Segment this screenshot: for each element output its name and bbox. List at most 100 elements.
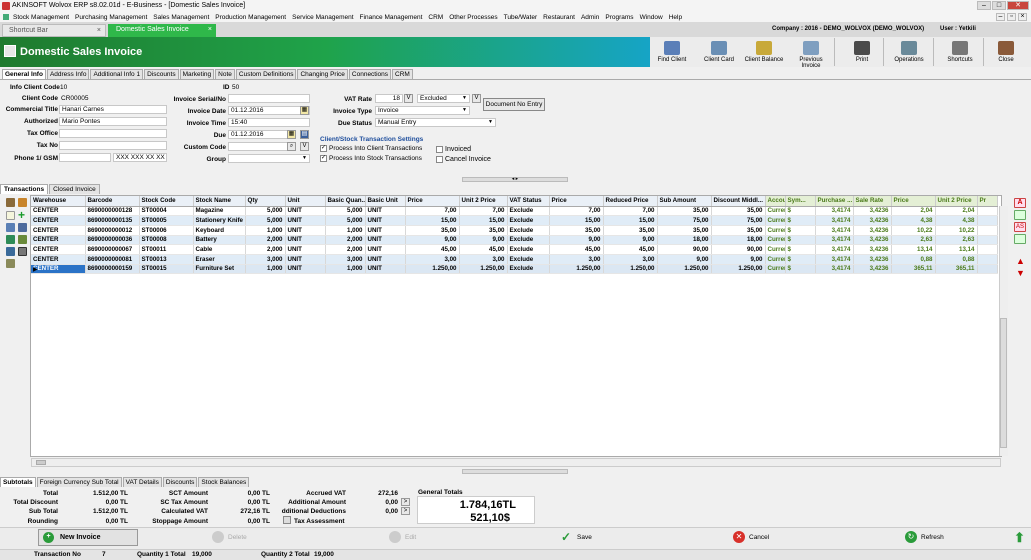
document-no-entry-button[interactable]: Document No Entry	[483, 98, 545, 111]
table-cell[interactable]: Currency	[765, 264, 786, 275]
table-cell[interactable]: 1.250,00	[711, 264, 766, 275]
due-date-field[interactable]: 01.12.2016	[228, 130, 296, 139]
column-header-barcode[interactable]: Barcode	[85, 196, 140, 207]
table-cell[interactable]: CENTER	[31, 225, 86, 236]
table-cell[interactable]: 15,00	[405, 215, 460, 226]
maximize-button[interactable]: □	[992, 1, 1006, 10]
table-cell[interactable]: UNIT	[365, 244, 406, 255]
column-icon[interactable]	[1014, 234, 1026, 244]
tax-office-field[interactable]	[59, 129, 167, 138]
column-header-basic-quan[interactable]: Basic Quan...	[325, 196, 366, 207]
table-cell[interactable]: 3,4236	[853, 244, 892, 255]
column-header-purchase[interactable]: Purchase ...	[815, 196, 854, 207]
cancel-button[interactable]: ✕ Cancel	[733, 529, 769, 547]
vat-mode-button[interactable]: V	[472, 94, 481, 103]
table-cell[interactable]: 3,4236	[853, 225, 892, 236]
table-cell[interactable]: CENTER	[31, 264, 86, 275]
table-cell[interactable]: Exclude	[507, 244, 550, 255]
table-row[interactable]: CENTER 8690000000128 ST00004 Magazine 5,000 U…	[31, 206, 998, 217]
custom-code-field[interactable]	[228, 142, 296, 151]
edit-row-icon[interactable]	[18, 223, 27, 232]
table-cell[interactable]: 2,000	[245, 244, 286, 255]
new-document-icon[interactable]	[6, 211, 15, 220]
table-cell[interactable]: 2,000	[245, 235, 286, 246]
table-cell[interactable]: 1.250,00	[657, 264, 712, 275]
vat-rate-field[interactable]: 18	[375, 94, 403, 103]
table-cell[interactable]: Currency	[765, 206, 786, 217]
table-cell[interactable]: 15,00	[603, 215, 658, 226]
table-cell[interactable]: 4,38	[935, 215, 978, 226]
new-invoice-button[interactable]: + New Invoice	[38, 529, 138, 546]
table-cell[interactable]: 365,11	[891, 264, 936, 275]
additional-amount-button[interactable]: >	[401, 498, 410, 506]
table-cell[interactable]: 0,88	[935, 254, 978, 265]
tab-changing-price[interactable]: Changing Price	[297, 69, 348, 79]
table-cell[interactable]: Currency	[765, 254, 786, 265]
barcode-icon[interactable]	[18, 247, 27, 256]
column-header-qty[interactable]: Qty	[245, 196, 286, 207]
table-cell[interactable]: 35,00	[711, 225, 766, 236]
tax-no-field[interactable]	[59, 141, 167, 150]
toolbar-operations-button[interactable]: Operations	[887, 41, 931, 63]
table-cell[interactable]: Exclude	[507, 264, 550, 275]
toolbar-shortcuts-button[interactable]: Shortcuts	[938, 41, 982, 63]
table-cell[interactable]: 3,4236	[853, 264, 892, 275]
toolbar-previous-invoice-button[interactable]: Previous Invoice	[789, 41, 833, 69]
column-header-account[interactable]: Account	[765, 196, 786, 207]
table-cell[interactable]: 8690000000036	[85, 235, 140, 246]
tab-connections[interactable]: Connections	[348, 69, 392, 79]
table-cell[interactable]: CENTER	[31, 235, 86, 246]
mdi-minimize-button[interactable]: –	[996, 13, 1005, 21]
phone-field[interactable]	[59, 153, 111, 162]
table-cell[interactable]: CENTER	[31, 206, 86, 217]
table-cell[interactable]: 35,00	[711, 206, 766, 217]
table-cell[interactable]: UNIT	[285, 215, 326, 226]
table-cell[interactable]: $	[785, 206, 816, 217]
table-cell[interactable]: 15,00	[459, 215, 508, 226]
print-labels-icon[interactable]	[6, 259, 15, 268]
gsm-field[interactable]: XXX XXX XX XX	[113, 153, 167, 162]
menu-item-other-processes[interactable]: Other Processes	[446, 14, 500, 21]
table-cell[interactable]: UNIT	[365, 254, 406, 265]
table-cell[interactable]: Exclude	[507, 215, 550, 226]
table-cell[interactable]: 7,00	[603, 206, 658, 217]
column-header-reduced-price[interactable]: Reduced Price	[603, 196, 658, 207]
table-cell[interactable]: Cable	[193, 244, 246, 255]
table-cell[interactable]: 45,00	[603, 244, 658, 255]
table-cell[interactable]: Exclude	[507, 225, 550, 236]
table-cell[interactable]: 1.250,00	[603, 264, 658, 275]
column-header-price[interactable]: Price	[549, 196, 604, 207]
mdi-restore-button[interactable]: ▫	[1007, 13, 1016, 21]
table-cell[interactable]: UNIT	[285, 244, 326, 255]
table-cell[interactable]	[977, 264, 998, 275]
table-cell[interactable]: 5,000	[325, 206, 366, 217]
close-icon[interactable]: ×	[97, 25, 101, 36]
table-cell[interactable]: 7,00	[459, 206, 508, 217]
table-cell[interactable]: Currency	[765, 235, 786, 246]
tab-address-info[interactable]: Address Info	[46, 69, 90, 79]
table-cell[interactable]: 35,00	[657, 225, 712, 236]
table-cell[interactable]: 8690000000067	[85, 244, 140, 255]
invoice-date-field[interactable]: 01.12.2016	[228, 106, 310, 115]
column-header-vat-status[interactable]: VAT Status	[507, 196, 550, 207]
tab-transactions[interactable]: Transactions	[0, 184, 49, 194]
table-row[interactable]: CENTER 8690000000036 ST00008 Battery 2,000 UN…	[31, 235, 998, 246]
table-cell[interactable]: 7,00	[549, 206, 604, 217]
table-cell[interactable]: 8690000000159	[85, 264, 140, 275]
table-cell[interactable]: 45,00	[549, 244, 604, 255]
menu-item-crm[interactable]: CRM	[425, 14, 446, 21]
move-up-icon[interactable]: ▲	[1016, 256, 1025, 266]
table-cell[interactable]: 15,00	[549, 215, 604, 226]
table-cell[interactable]: UNIT	[285, 206, 326, 217]
table-cell[interactable]: Keyboard	[193, 225, 246, 236]
table-cell[interactable]: ST00013	[139, 254, 194, 265]
table-cell[interactable]: 1.250,00	[459, 264, 508, 275]
table-cell[interactable]: CENTER	[31, 215, 86, 226]
menu-item-tube-water[interactable]: Tube/Water	[501, 14, 540, 21]
table-cell[interactable]	[977, 215, 998, 226]
table-cell[interactable]: Exclude	[507, 206, 550, 217]
group-select[interactable]	[228, 154, 310, 163]
table-cell[interactable]: 3,4174	[815, 264, 854, 275]
menu-item-restaurant[interactable]: Restaurant	[540, 14, 578, 21]
table-cell[interactable]: 365,11	[935, 264, 978, 275]
